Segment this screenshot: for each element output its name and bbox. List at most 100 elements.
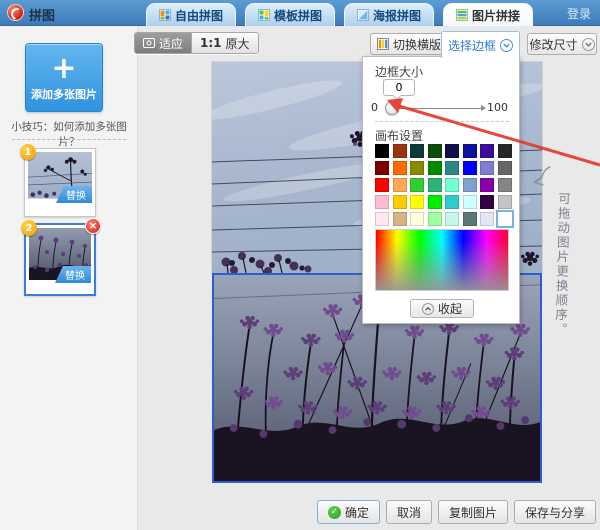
- login-link[interactable]: 登录: [567, 5, 591, 22]
- border-size-label: 边框大小: [375, 65, 424, 79]
- color-swatch[interactable]: [445, 195, 459, 209]
- select-border-label: 选择边框: [447, 38, 496, 53]
- collapse-label: 收起: [437, 302, 462, 316]
- note-scribble-icon: [533, 166, 551, 186]
- color-swatch[interactable]: [445, 161, 459, 175]
- color-swatch[interactable]: [480, 161, 494, 175]
- color-swatch[interactable]: [410, 161, 424, 175]
- color-swatch[interactable]: [445, 212, 459, 226]
- switch-layout-label: 切换横版: [392, 37, 441, 52]
- ratio-text: 1:1: [200, 36, 222, 50]
- color-swatch[interactable]: [392, 212, 407, 226]
- color-swatch[interactable]: [375, 195, 389, 209]
- resize-button[interactable]: 修改尺寸: [527, 33, 597, 55]
- canvas-settings-label: 画布设置: [375, 129, 424, 143]
- check-icon: ✓: [327, 505, 341, 519]
- save-share-button[interactable]: 保存与分享: [513, 500, 596, 524]
- color-swatch[interactable]: [375, 144, 389, 158]
- color-swatch[interactable]: [427, 212, 442, 226]
- cancel-label: 取消: [396, 505, 421, 520]
- app-window: 拼图 自由拼图 模板拼图 海报拼图 图片拼接 登录 + 添加多张图片 小技巧：如…: [0, 0, 600, 530]
- original-size-button[interactable]: 1:1 原大: [191, 33, 258, 53]
- color-swatch[interactable]: [410, 195, 424, 209]
- color-swatch[interactable]: [462, 195, 477, 209]
- color-swatch[interactable]: [462, 178, 477, 192]
- color-swatch[interactable]: [462, 144, 477, 158]
- color-swatch[interactable]: [392, 195, 407, 209]
- app-logo-icon: [7, 4, 24, 21]
- collapse-button[interactable]: 收起: [410, 299, 474, 318]
- save-share-label: 保存与分享: [524, 505, 585, 520]
- gradient-picker[interactable]: [375, 229, 509, 291]
- color-swatch[interactable]: [375, 161, 389, 175]
- tab-label: 模板拼图: [274, 8, 323, 23]
- tab-bar: 自由拼图 模板拼图 海报拼图 图片拼接: [146, 3, 534, 26]
- chevron-up-icon: [421, 302, 434, 315]
- color-swatch[interactable]: [497, 178, 512, 192]
- delete-icon[interactable]: ×: [85, 218, 101, 234]
- color-swatch[interactable]: [410, 212, 424, 226]
- fit-icon: [143, 38, 155, 48]
- color-swatch[interactable]: [375, 178, 389, 192]
- poster-collage-icon: [357, 9, 370, 21]
- switch-layout-icon: [376, 38, 389, 50]
- color-swatch[interactable]: [427, 195, 442, 209]
- tab-label: 海报拼图: [373, 8, 422, 23]
- color-swatch[interactable]: [462, 212, 477, 226]
- sidebar: + 添加多张图片 小技巧：如何添加多张图片？ 1 替换 2 × 替换: [0, 26, 138, 530]
- original-size-label: 原大: [225, 36, 250, 51]
- color-swatch[interactable]: [497, 161, 512, 175]
- color-swatch[interactable]: [392, 161, 407, 175]
- tab-label: 自由拼图: [175, 8, 224, 23]
- color-swatch[interactable]: [392, 144, 407, 158]
- confirm-button[interactable]: ✓ 确定: [316, 500, 380, 524]
- color-swatch[interactable]: [445, 178, 459, 192]
- color-swatch[interactable]: [497, 212, 512, 226]
- fit-label: 适应: [159, 36, 184, 51]
- color-swatch[interactable]: [410, 144, 424, 158]
- fit-button[interactable]: 适应: [135, 33, 192, 53]
- chevron-down-icon: [581, 37, 595, 51]
- tab-poster-collage[interactable]: 海报拼图: [344, 3, 435, 26]
- color-swatch[interactable]: [480, 144, 494, 158]
- tab-label: 图片拼接: [472, 8, 521, 23]
- color-swatch[interactable]: [427, 161, 442, 175]
- select-border-button[interactable]: 选择边框: [441, 31, 520, 58]
- add-images-button[interactable]: + 添加多张图片: [25, 43, 103, 112]
- color-swatch[interactable]: [445, 144, 459, 158]
- stitch-icon: [456, 9, 469, 21]
- tab-image-stitch[interactable]: 图片拼接: [443, 3, 534, 26]
- top-bar: 拼图 自由拼图 模板拼图 海报拼图 图片拼接 登录: [0, 0, 600, 26]
- switch-layout-button[interactable]: 切换横版: [370, 33, 448, 55]
- note-text: 可拖动图片更换顺序。: [552, 191, 572, 338]
- color-swatch[interactable]: [497, 144, 512, 158]
- slider-min-label: 0: [371, 101, 378, 114]
- tab-free-collage[interactable]: 自由拼图: [146, 3, 237, 26]
- color-swatch[interactable]: [497, 195, 512, 209]
- color-swatch[interactable]: [480, 212, 494, 226]
- copy-image-label: 复制图片: [448, 505, 497, 520]
- resize-label: 修改尺寸: [529, 37, 578, 52]
- color-swatch[interactable]: [480, 195, 494, 209]
- cancel-button[interactable]: 取消: [385, 500, 432, 524]
- color-swatch[interactable]: [392, 178, 407, 192]
- order-badge: 2: [21, 220, 37, 236]
- tab-template-collage[interactable]: 模板拼图: [245, 3, 336, 26]
- color-palette: [375, 144, 512, 226]
- color-swatch[interactable]: [375, 212, 389, 226]
- copy-image-button[interactable]: 复制图片: [437, 500, 508, 524]
- border-panel: 边框大小 0 100 画布设置 收起: [362, 56, 520, 324]
- panel-divider: [375, 121, 509, 122]
- border-size-slider-handle[interactable]: [385, 101, 399, 115]
- border-size-slider-track[interactable]: [390, 105, 486, 111]
- thumbnail-item-1[interactable]: 1 替换: [20, 144, 96, 217]
- slider-max-label: 100: [487, 101, 508, 114]
- color-swatch[interactable]: [480, 178, 494, 192]
- color-swatch[interactable]: [427, 144, 442, 158]
- color-swatch[interactable]: [427, 178, 442, 192]
- color-swatch[interactable]: [462, 161, 477, 175]
- order-badge: 1: [20, 144, 36, 160]
- color-swatch[interactable]: [410, 178, 424, 192]
- chevron-down-icon: [500, 38, 513, 52]
- thumbnail-item-2[interactable]: 2 × 替换: [21, 218, 101, 296]
